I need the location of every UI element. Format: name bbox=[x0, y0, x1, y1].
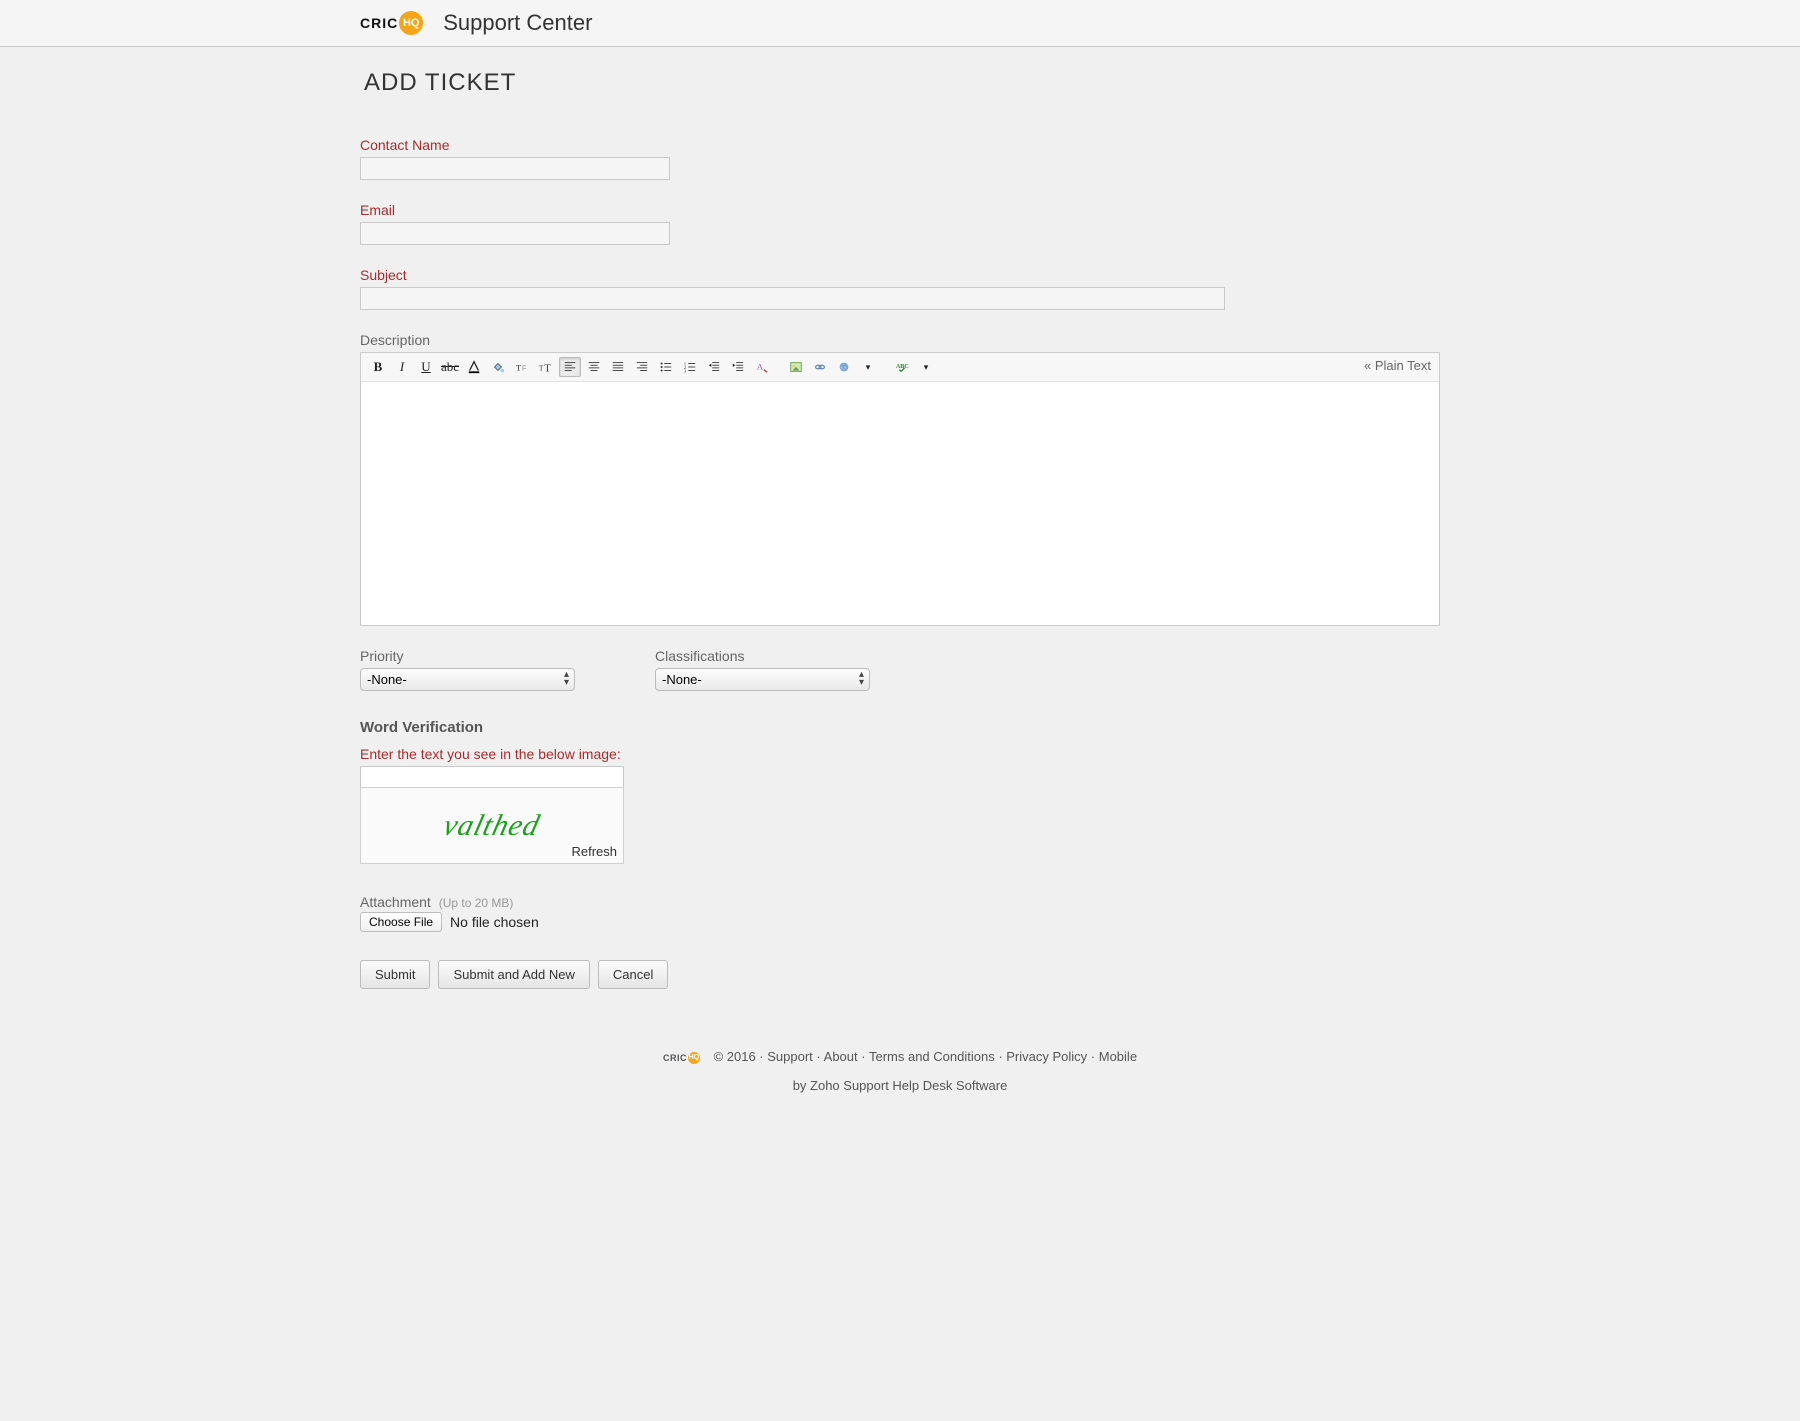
svg-text:ABC: ABC bbox=[896, 364, 909, 370]
rich-text-editor: B I U abc TF TT bbox=[360, 352, 1440, 626]
bullet-list-icon[interactable] bbox=[655, 357, 677, 377]
font-family-icon[interactable]: TF bbox=[511, 357, 533, 377]
captcha-refresh-link[interactable]: Refresh bbox=[571, 844, 617, 859]
submit-button[interactable]: Submit bbox=[360, 960, 430, 989]
page-title: ADD TICKET bbox=[364, 69, 1440, 97]
outdent-icon[interactable] bbox=[703, 357, 725, 377]
captcha-input[interactable] bbox=[360, 766, 624, 788]
align-justify-icon[interactable] bbox=[607, 357, 629, 377]
font-size-icon[interactable]: TT bbox=[535, 357, 557, 377]
svg-text:T: T bbox=[539, 365, 544, 373]
footer-link-privacy[interactable]: Privacy Policy bbox=[1006, 1049, 1087, 1064]
footer-link-mobile[interactable]: Mobile bbox=[1099, 1049, 1137, 1064]
description-textarea[interactable] bbox=[361, 382, 1439, 622]
numbered-list-icon[interactable]: 123 bbox=[679, 357, 701, 377]
dropdown-1-icon[interactable]: ▾ bbox=[857, 357, 879, 377]
svg-text:3: 3 bbox=[684, 368, 687, 373]
svg-text:F: F bbox=[522, 366, 526, 373]
attachment-note: (Up to 20 MB) bbox=[439, 896, 514, 910]
email-label: Email bbox=[360, 202, 1440, 218]
word-verification-instruction: Enter the text you see in the below imag… bbox=[360, 746, 1440, 762]
contact-name-input[interactable] bbox=[360, 157, 670, 180]
description-label: Description bbox=[360, 332, 1440, 348]
footer-copyright: © 2016 · bbox=[714, 1049, 764, 1064]
bold-icon[interactable]: B bbox=[367, 357, 389, 377]
background-color-icon[interactable] bbox=[487, 357, 509, 377]
footer-byline-prefix: by Zoho Support bbox=[793, 1078, 893, 1093]
svg-text:A: A bbox=[757, 362, 764, 372]
word-verification-heading: Word Verification bbox=[360, 719, 1440, 736]
insert-image-icon[interactable] bbox=[785, 357, 807, 377]
editor-toolbar: B I U abc TF TT bbox=[361, 353, 1439, 382]
file-chosen-status: No file chosen bbox=[450, 914, 539, 930]
priority-select[interactable]: -None- bbox=[360, 668, 575, 691]
dropdown-2-icon[interactable]: ▾ bbox=[915, 357, 937, 377]
align-center-icon[interactable] bbox=[583, 357, 605, 377]
logo-ball-hq: HQ bbox=[399, 11, 423, 35]
attachment-label: Attachment bbox=[360, 894, 431, 910]
svg-text:T: T bbox=[544, 363, 551, 374]
insert-link-icon[interactable] bbox=[809, 357, 831, 377]
header-bar: CRIC HQ Support Center bbox=[0, 0, 1800, 47]
footer: CRIC HQ © 2016 · Support · About · Terms… bbox=[360, 1049, 1440, 1133]
spellcheck-icon[interactable]: ABC bbox=[891, 357, 913, 377]
site-title: Support Center bbox=[443, 10, 592, 36]
plain-text-toggle[interactable]: « Plain Text bbox=[1364, 358, 1431, 373]
subject-label: Subject bbox=[360, 267, 1440, 283]
submit-add-new-button[interactable]: Submit and Add New bbox=[438, 960, 589, 989]
italic-icon[interactable]: I bbox=[391, 357, 413, 377]
classifications-select[interactable]: -None- bbox=[655, 668, 870, 691]
choose-file-button[interactable]: Choose File bbox=[360, 912, 442, 932]
align-left-icon[interactable] bbox=[559, 357, 581, 377]
strikethrough-icon[interactable]: abc bbox=[439, 357, 461, 377]
cancel-button[interactable]: Cancel bbox=[598, 960, 668, 989]
captcha-text: valthed bbox=[440, 809, 544, 843]
indent-icon[interactable] bbox=[727, 357, 749, 377]
align-right-icon[interactable] bbox=[631, 357, 653, 377]
underline-icon[interactable]: U bbox=[415, 357, 437, 377]
svg-text:T: T bbox=[516, 363, 522, 373]
priority-label: Priority bbox=[360, 648, 575, 664]
email-input[interactable] bbox=[360, 222, 670, 245]
clear-formatting-icon[interactable]: A bbox=[751, 357, 773, 377]
insert-html-icon[interactable]: <> bbox=[833, 357, 855, 377]
footer-link-terms[interactable]: Terms and Conditions bbox=[869, 1049, 995, 1064]
footer-link-support[interactable]: Support bbox=[767, 1049, 813, 1064]
classifications-label: Classifications bbox=[655, 648, 870, 664]
logo[interactable]: CRIC HQ bbox=[360, 11, 423, 35]
font-color-icon[interactable] bbox=[463, 357, 485, 377]
logo-text-cric: CRIC bbox=[360, 15, 398, 31]
contact-name-label: Contact Name bbox=[360, 137, 1440, 153]
captcha-image: valthed Refresh bbox=[360, 787, 624, 864]
subject-input[interactable] bbox=[360, 287, 1225, 310]
footer-logo[interactable]: CRIC HQ bbox=[663, 1052, 700, 1064]
footer-byline-link[interactable]: Help Desk Software bbox=[892, 1078, 1007, 1093]
footer-link-about[interactable]: About bbox=[824, 1049, 858, 1064]
svg-text:<>: <> bbox=[841, 366, 847, 372]
